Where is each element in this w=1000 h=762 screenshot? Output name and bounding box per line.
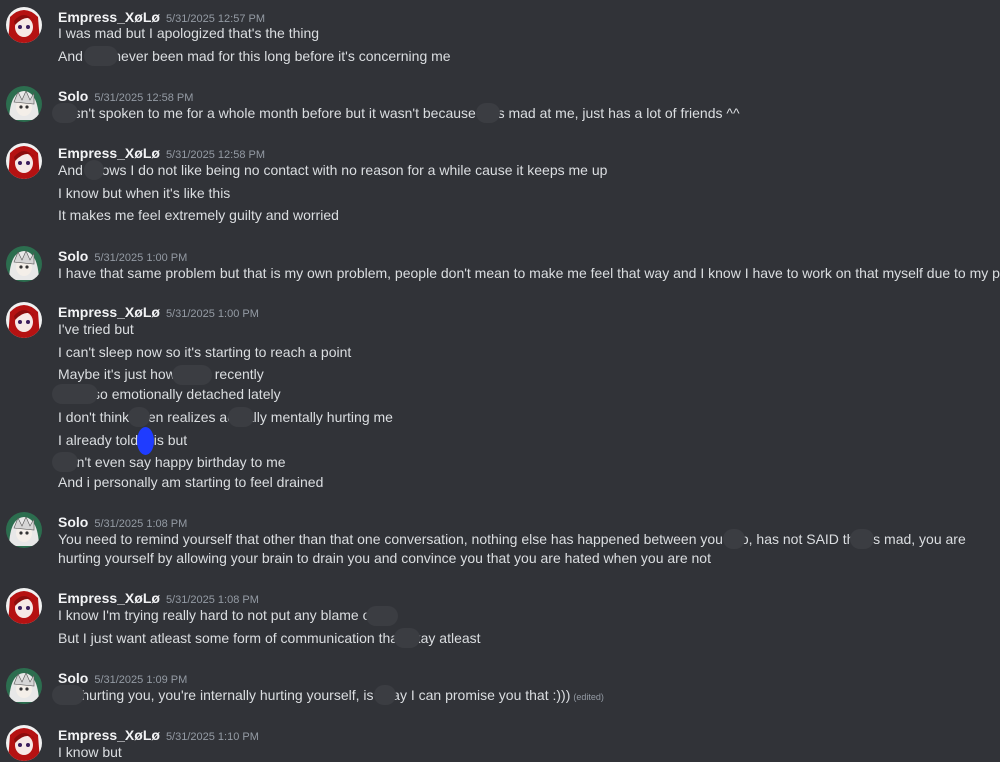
white-hair-avatar-icon[interactable] [6, 668, 42, 704]
redaction-mark [84, 160, 104, 180]
redaction-mark [172, 365, 212, 385]
message-text: I know I'm trying really hard to not put… [58, 607, 379, 623]
message-text: hasn't spoken to me for a whole month be… [58, 105, 740, 121]
redaction-mark [52, 384, 98, 404]
timestamp: 5/31/2025 1:08 PM [165, 594, 259, 606]
username[interactable]: Empress_XøLø [58, 727, 160, 743]
message-text: I know but [58, 744, 122, 760]
white-hair-avatar-icon[interactable] [6, 512, 42, 548]
username[interactable]: Solo [58, 248, 88, 264]
message-text: I know but when it's like this [58, 185, 231, 201]
redaction-mark [228, 407, 254, 427]
timestamp: 5/31/2025 1:00 PM [94, 252, 188, 264]
timestamp: 5/31/2025 1:00 PM [165, 308, 259, 320]
username[interactable]: Solo [58, 88, 88, 104]
timestamp: 5/31/2025 1:08 PM [94, 518, 188, 530]
redaction-mark [394, 628, 420, 648]
red-hair-avatar-icon[interactable] [6, 302, 42, 338]
redaction-mark [52, 685, 84, 705]
message-text: I can't sleep now so it's starting to re… [58, 344, 352, 360]
username[interactable]: Empress_XøLø [58, 9, 160, 25]
message-header: Empress_XøLø 5/31/2025 1:08 PM [58, 588, 259, 608]
message-text: And knows I do not like being no contact… [58, 162, 608, 178]
redaction-mark [476, 103, 500, 123]
redaction-mark [374, 685, 396, 705]
redaction-mark [52, 103, 78, 123]
timestamp: 5/31/2025 1:09 PM [94, 674, 188, 686]
username[interactable]: Solo [58, 670, 88, 686]
message-text: didn't even say happy birthday to me [58, 454, 286, 470]
username[interactable]: Empress_XøLø [58, 590, 160, 606]
red-hair-avatar-icon[interactable] [6, 725, 42, 761]
message-header: Solo 5/31/2025 1:00 PM [58, 246, 187, 266]
message-text: I have that same problem but that is my … [58, 265, 1000, 281]
timestamp: 5/31/2025 12:58 PM [94, 92, 194, 104]
redaction-mark [128, 407, 150, 427]
message-text: It makes me feel extremely guilty and wo… [58, 207, 339, 223]
timestamp: 5/31/2025 12:58 PM [165, 149, 266, 161]
message-text: I was mad but I apologized that's the th… [58, 25, 320, 41]
message-text: not hurting you, you're internally hurti… [58, 686, 604, 707]
username[interactable]: Empress_XøLø [58, 145, 160, 161]
message-text: I don't think even realizes actually men… [58, 409, 393, 425]
username[interactable]: Empress_XøLø [58, 304, 160, 320]
message-text: You need to remind yourself that other t… [58, 531, 966, 566]
redaction-mark [84, 46, 118, 66]
username[interactable]: Solo [58, 514, 88, 530]
message-header: Solo 5/31/2025 1:08 PM [58, 512, 187, 532]
blue-scribble-mark [137, 427, 154, 455]
redaction-mark [850, 529, 874, 549]
redaction-mark [52, 452, 78, 472]
message-header: Empress_XøLø 5/31/2025 1:10 PM [58, 725, 259, 745]
timestamp: 5/31/2025 1:10 PM [165, 731, 259, 743]
redaction-mark [723, 529, 745, 549]
message-text: I've tried but [58, 321, 134, 337]
red-hair-avatar-icon[interactable] [6, 588, 42, 624]
edited-tag: (edited) [573, 692, 604, 702]
message-header: Solo 5/31/2025 12:58 PM [58, 86, 193, 106]
red-hair-avatar-icon[interactable] [6, 7, 42, 43]
message-header: Empress_XøLø 5/31/2025 1:00 PM [58, 302, 259, 322]
red-hair-avatar-icon[interactable] [6, 143, 42, 179]
white-hair-avatar-icon[interactable] [6, 246, 42, 282]
message-text: And i personally am starting to feel dra… [58, 474, 324, 490]
white-hair-avatar-icon[interactable] [6, 86, 42, 122]
message-body: not hurting you, you're internally hurti… [58, 687, 571, 703]
message-text: Maybe it's just how been recently [58, 366, 264, 382]
message-text: I already told this but [58, 432, 188, 448]
redaction-mark [366, 606, 398, 626]
